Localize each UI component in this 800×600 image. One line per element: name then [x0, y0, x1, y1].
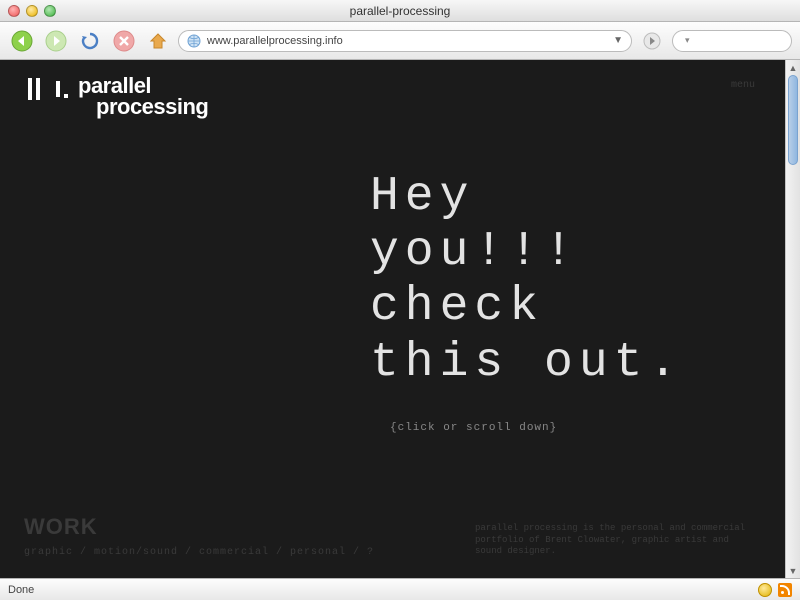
vertical-scrollbar[interactable]: ▲ ▼ [785, 60, 800, 578]
hero-line4: this out. [370, 336, 683, 391]
minimize-window-button[interactable] [26, 5, 38, 17]
search-box[interactable]: G ▾ [672, 30, 792, 52]
hero-headline[interactable]: Hey you!!! check this out. [370, 170, 683, 391]
hero-line1: Hey [370, 170, 683, 225]
logo-mark-icon [28, 76, 68, 100]
logo-line2: processing [96, 97, 208, 118]
scrollbar-thumb[interactable] [788, 75, 798, 165]
status-text: Done [8, 584, 34, 596]
status-bar: Done [0, 578, 800, 600]
logo-text: parallel processing [78, 76, 208, 118]
scroll-down-button[interactable]: ▼ [786, 563, 800, 578]
nav-hint[interactable]: menu [731, 80, 755, 91]
rss-feed-icon[interactable] [778, 583, 792, 597]
hero-line3: check [370, 280, 683, 335]
favicon-globe-icon [187, 34, 201, 48]
site-logo[interactable]: parallel processing [28, 76, 208, 118]
page-body[interactable]: parallel processing menu Hey you!!! chec… [0, 60, 785, 578]
search-dropdown-icon[interactable]: ▾ [685, 35, 690, 46]
window-title: parallel-processing [0, 4, 800, 18]
home-button[interactable] [144, 28, 172, 54]
url-dropdown-button[interactable]: ▼ [613, 35, 623, 46]
home-icon [148, 31, 168, 51]
reload-icon [80, 31, 100, 51]
address-bar[interactable]: ▼ [178, 30, 632, 52]
back-arrow-icon [11, 30, 33, 52]
stop-icon [113, 30, 135, 52]
stop-button[interactable] [110, 28, 138, 54]
security-warning-icon[interactable] [758, 583, 772, 597]
go-arrow-icon [643, 32, 661, 50]
traffic-lights [8, 5, 56, 17]
zoom-window-button[interactable] [44, 5, 56, 17]
browser-toolbar: ▼ G ▾ [0, 22, 800, 60]
page-content: parallel processing menu Hey you!!! chec… [0, 60, 800, 578]
status-icons [758, 583, 792, 597]
back-button[interactable] [8, 28, 36, 54]
footer-description: parallel processing is the personal and … [475, 523, 755, 558]
work-section-tags: graphic / motion/sound / commercial / pe… [24, 547, 374, 558]
forward-arrow-icon [45, 30, 67, 52]
reload-button[interactable] [76, 28, 104, 54]
search-input[interactable] [694, 35, 800, 47]
hero-instruction[interactable]: {click or scroll down} [390, 422, 557, 434]
forward-button[interactable] [42, 28, 70, 54]
scroll-up-button[interactable]: ▲ [786, 60, 800, 75]
work-section-title: WORK [24, 514, 98, 540]
window-titlebar: parallel-processing [0, 0, 800, 22]
hero-line2: you!!! [370, 225, 683, 280]
close-window-button[interactable] [8, 5, 20, 17]
go-button[interactable] [638, 28, 666, 54]
url-input[interactable] [207, 35, 607, 47]
